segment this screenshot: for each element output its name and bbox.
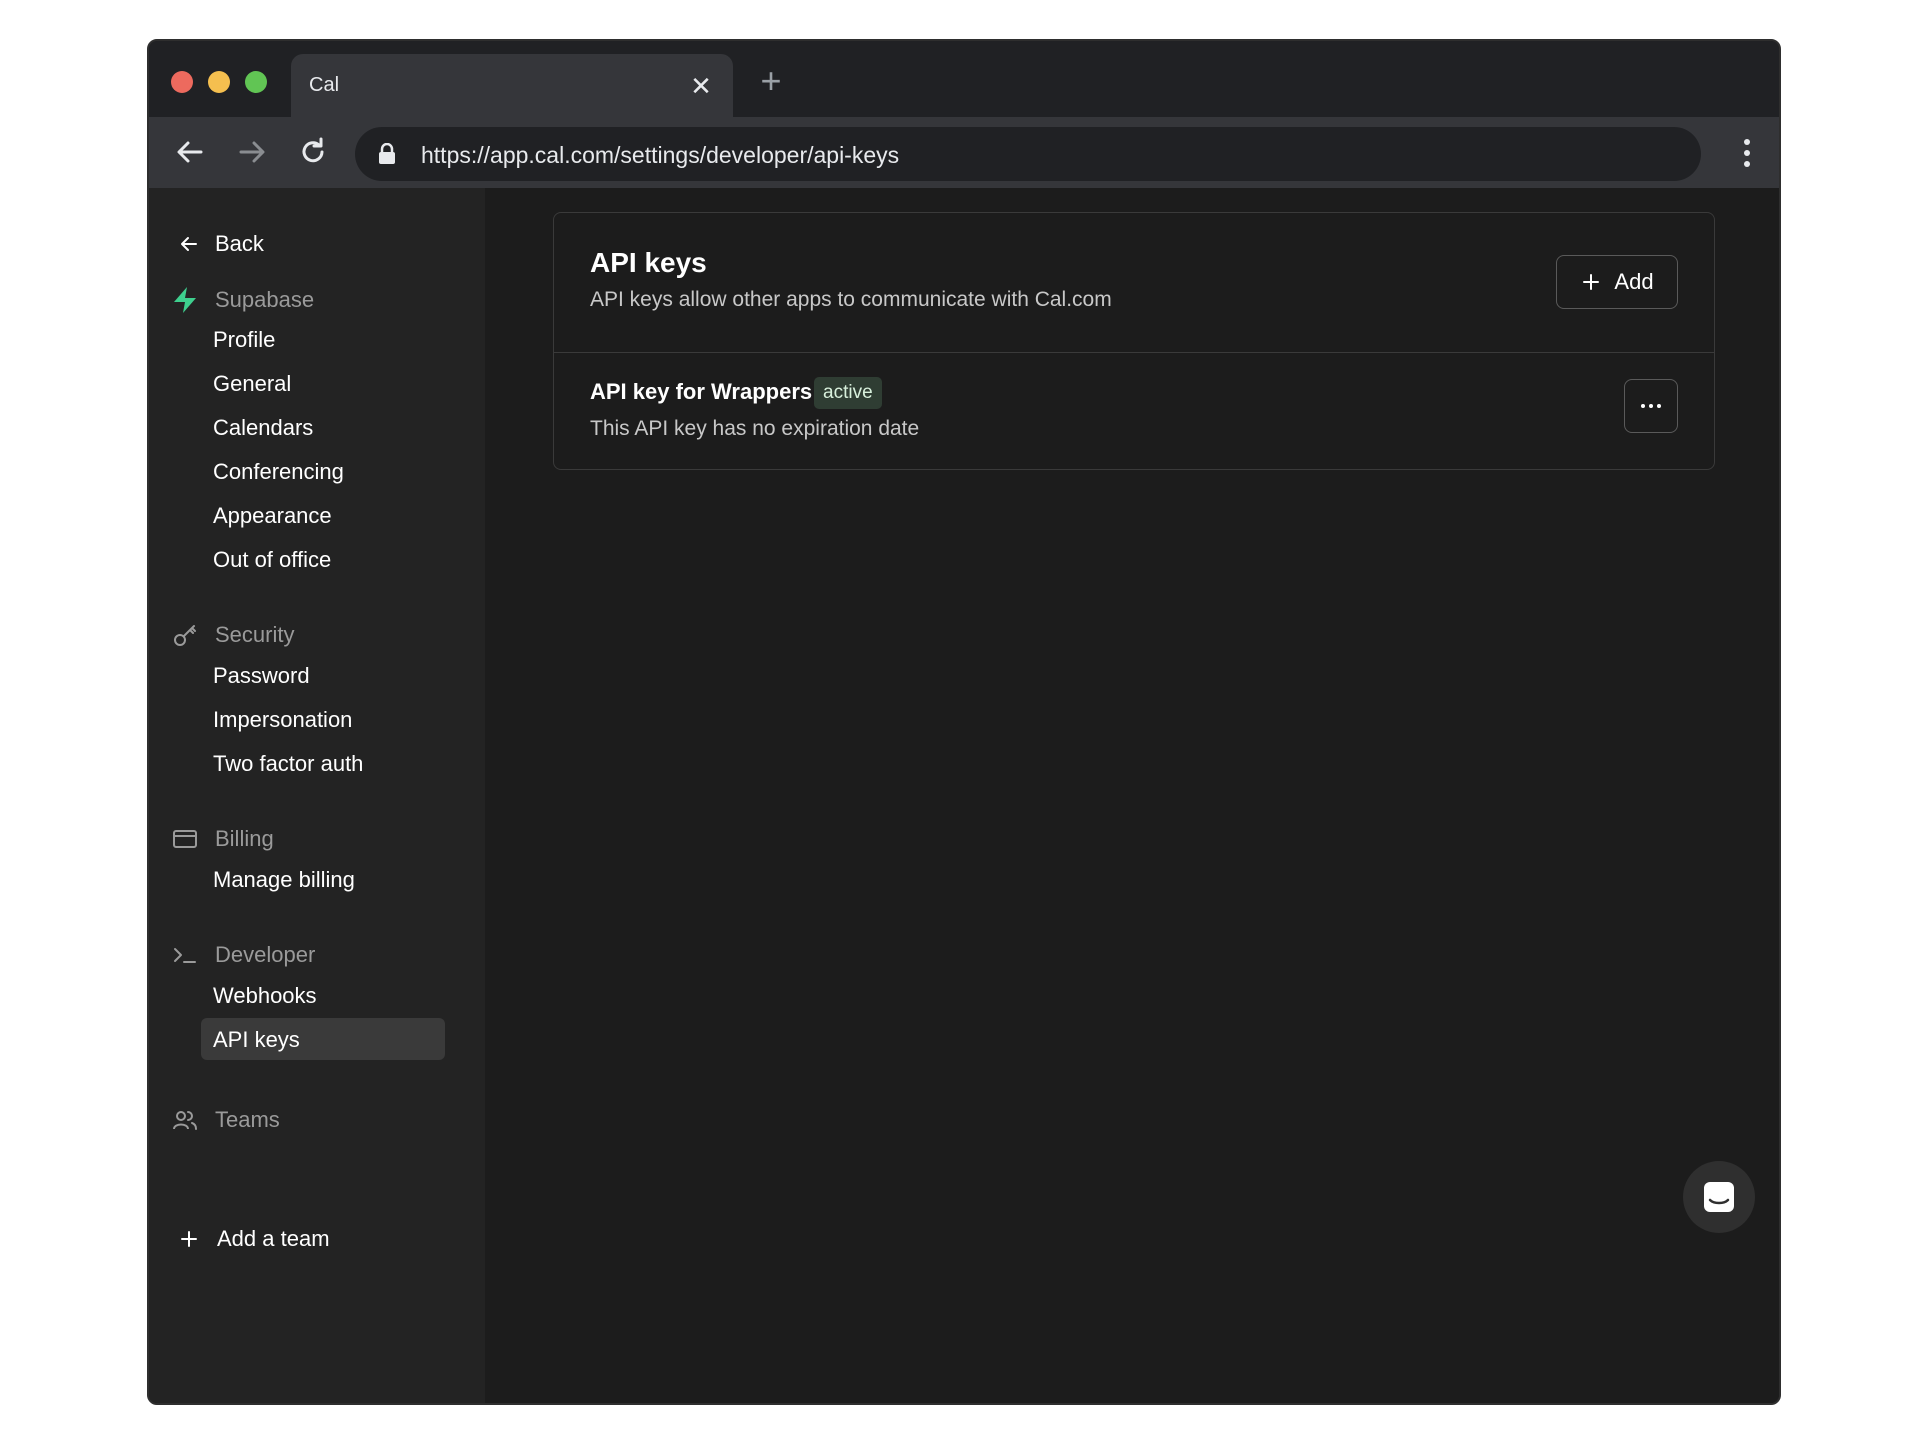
section-title-supabase: Supabase	[215, 287, 315, 312]
browser-menu-icon[interactable]	[1743, 139, 1751, 169]
sidebar-item-general[interactable]: General	[201, 362, 445, 404]
tab-close-icon[interactable]: ✕	[687, 72, 715, 100]
add-api-key-button[interactable]: Add	[1556, 255, 1678, 309]
url-text[interactable]: https://app.cal.com/settings/developer/a…	[421, 142, 899, 169]
sidebar-item-conferencing[interactable]: Conferencing	[201, 450, 445, 492]
main-content: API keys API keys allow other apps to co…	[485, 188, 1779, 1403]
sidebar-item-label: Two factor auth	[213, 751, 364, 776]
sidebar-item-label: General	[213, 371, 292, 396]
api-key-description: This API key has no expiration date	[590, 417, 920, 440]
list-item: API key for Wrappers active This API key…	[554, 353, 1714, 471]
section-header-security: Security	[171, 618, 294, 652]
ellipsis-icon	[1641, 404, 1645, 408]
tab-title: Cal	[309, 74, 340, 96]
reload-icon	[302, 137, 324, 163]
api-keys-card: API keys API keys allow other apps to co…	[553, 212, 1715, 470]
arrow-left-icon	[177, 141, 203, 163]
maximize-window-button[interactable]	[245, 71, 267, 93]
sidebar-item-appearance[interactable]: Appearance	[201, 494, 445, 536]
sidebar-item-out-of-office[interactable]: Out of office	[201, 538, 445, 580]
api-key-name: API key for Wrappers	[590, 379, 813, 404]
plus-icon	[181, 1231, 197, 1247]
section-title-security: Security	[215, 622, 295, 647]
browser-back-button[interactable]	[171, 133, 209, 171]
sidebar-item-manage-billing[interactable]: Manage billing	[201, 858, 445, 900]
sidebar-item-webhooks[interactable]: Webhooks	[201, 974, 445, 1016]
address-bar[interactable]: https://app.cal.com/settings/developer/a…	[355, 127, 1701, 181]
key-icon	[171, 621, 199, 649]
sidebar-item-api-keys[interactable]: API keys	[201, 1018, 445, 1060]
section-header-developer: Developer	[171, 938, 315, 972]
plus-icon	[1583, 274, 1600, 290]
more-options-button[interactable]	[1624, 379, 1678, 433]
sidebar-item-label: Conferencing	[213, 459, 344, 484]
sidebar-item-label: Password	[213, 663, 310, 688]
add-team-button[interactable]: Add a team	[177, 1222, 330, 1256]
section-header-billing: Billing	[171, 822, 274, 856]
browser-toolbar: https://app.cal.com/settings/developer/a…	[149, 117, 1779, 188]
users-icon	[171, 1106, 199, 1134]
settings-sidebar: Back Supabase Profile General Calendars …	[149, 188, 485, 1403]
page-title: API keys	[590, 247, 707, 278]
close-window-button[interactable]	[171, 71, 193, 93]
page-subtitle: API keys allow other apps to communicate…	[590, 288, 1112, 311]
sidebar-item-label: Calendars	[213, 415, 314, 440]
arrow-left-icon	[181, 237, 197, 251]
sidebar-item-label: Profile	[213, 327, 276, 352]
browser-reload-button[interactable]	[294, 133, 332, 171]
add-team-label: Add a team	[217, 1226, 330, 1251]
sidebar-item-profile[interactable]: Profile	[201, 318, 445, 360]
back-link[interactable]: Back	[177, 228, 264, 260]
back-label: Back	[215, 231, 264, 256]
browser-tab[interactable]: Cal ✕	[291, 54, 733, 117]
section-title-developer: Developer	[215, 942, 316, 967]
section-title-billing: Billing	[215, 826, 274, 851]
sidebar-item-label: Webhooks	[213, 983, 317, 1008]
supabase-logo-icon	[171, 286, 199, 314]
status-badge: active	[814, 377, 882, 409]
browser-window: Cal ✕ + https://app.cal.com/settings/dev…	[147, 39, 1781, 1405]
lock-icon	[379, 143, 395, 164]
sidebar-item-label: Appearance	[213, 503, 332, 528]
sidebar-item-two-factor-auth[interactable]: Two factor auth	[201, 742, 445, 784]
sidebar-item-label: Out of office	[213, 547, 332, 572]
chat-support-button[interactable]	[1683, 1161, 1755, 1233]
browser-forward-button[interactable]	[233, 133, 271, 171]
card-header: API keys API keys allow other apps to co…	[554, 213, 1714, 353]
sidebar-item-impersonation[interactable]: Impersonation	[201, 698, 445, 740]
section-header-teams: Teams	[171, 1103, 280, 1137]
arrow-right-icon	[239, 141, 265, 163]
new-tab-button[interactable]: +	[753, 63, 789, 99]
chat-icon	[1704, 1182, 1734, 1212]
browser-titlebar: Cal ✕ +	[149, 41, 1779, 117]
add-button-label: Add	[1614, 269, 1654, 294]
minimize-window-button[interactable]	[208, 71, 230, 93]
terminal-icon	[171, 941, 199, 969]
sidebar-item-password[interactable]: Password	[201, 654, 445, 696]
section-header-supabase: Supabase	[171, 283, 314, 317]
sidebar-item-calendars[interactable]: Calendars	[201, 406, 445, 448]
credit-card-icon	[171, 825, 199, 853]
sidebar-item-label: Impersonation	[213, 707, 353, 732]
sidebar-item-label: Manage billing	[213, 867, 355, 892]
sidebar-item-label: API keys	[213, 1027, 300, 1052]
section-title-teams: Teams	[215, 1107, 280, 1132]
